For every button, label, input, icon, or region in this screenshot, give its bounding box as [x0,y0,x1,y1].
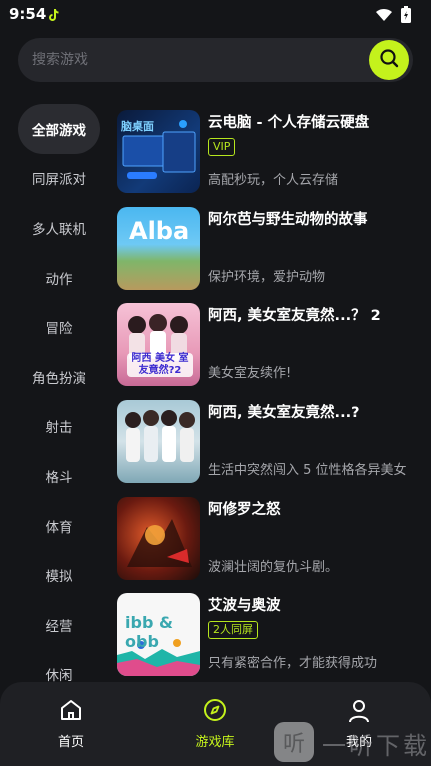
game-thumbnail [117,496,200,580]
category-item-shooter[interactable]: 射击 [18,402,100,452]
category-item-adventure[interactable]: 冒险 [18,302,100,352]
game-item[interactable]: 阿西, 美女室友竟然...? 生活中突然闯入 5 位性格各异美女 [117,400,417,497]
nav-home[interactable]: 首页 [26,682,116,766]
category-item-fighting[interactable]: 格斗 [18,451,100,501]
svg-text:听: 听 [283,732,305,757]
game-thumbnail: 脑桌面 [117,110,200,193]
game-item[interactable]: 阿修罗之怒 波澜壮阔的复仇斗剧。 [117,496,417,594]
game-tag: 2人同屏 [208,621,258,640]
tiktok-icon [46,7,62,27]
status-time: 9:54 [9,5,47,23]
search-button[interactable] [369,40,409,80]
game-description: 生活中突然闯入 5 位性格各异美女 [208,463,407,479]
category-item-simulation[interactable]: 模拟 [18,550,100,600]
thumbnail-text: 脑桌面 [121,120,154,133]
game-description: 高配秒玩，个人云存储 [208,173,339,188]
status-bar: 9:54 [0,0,431,30]
category-sidebar: 全部游戏 同屏派对 多人联机 动作 冒险 角色扮演 射击 格斗 体育 模拟 经营… [18,104,100,699]
game-list: 脑桌面 云电脑 - 个人存储云硬盘 VIP 高配秒玩，个人云存储 Alba 阿尔… [117,110,417,766]
category-item-party[interactable]: 同屏派对 [18,154,100,204]
search-icon [378,47,400,73]
category-item-multiplayer[interactable]: 多人联机 [18,203,100,253]
watermark: 听 一听下载 [272,718,431,766]
search-input[interactable] [32,38,362,82]
category-item-all[interactable]: 全部游戏 [18,104,100,154]
game-title: 阿修罗之怒 [208,501,281,518]
game-description: 美女室友续作! [208,366,292,382]
thumbnail-text: Alba [129,216,190,245]
category-item-rpg[interactable]: 角色扮演 [18,352,100,402]
game-item[interactable]: Alba 阿尔芭与野生动物的故事 保护环境，爱护动物 [117,206,417,304]
game-thumbnail: 阿西 美女 室友竟然?2 [117,303,200,387]
thumbnail-text: ibb & obb [125,613,173,652]
game-description: 保护环境，爱护动物 [208,269,326,285]
category-item-management[interactable]: 经营 [18,600,100,650]
nav-label: 游戏库 [195,735,235,750]
watermark-logo-icon: 听 [272,720,316,766]
search-bar[interactable] [18,38,413,82]
watermark-text: 一听下载 [322,732,430,760]
game-title: 阿西, 美女室友竟然...? [208,405,360,422]
wifi-icon [375,7,393,26]
nav-label: 首页 [57,735,84,750]
game-thumbnail: ibb & obb [117,593,200,677]
game-title: 艾波与奥波 [208,598,281,615]
thumbnail-text: 阿西 美女 室友竟然?2 [127,353,193,378]
category-item-sports[interactable]: 体育 [18,501,100,551]
game-title: 阿尔芭与野生动物的故事 [208,211,368,228]
home-icon [59,698,83,726]
game-item[interactable]: ibb & obb 艾波与奥波 2人同屏 只有紧密合作，才能获得成功 [117,593,417,690]
game-item[interactable]: 阿西 美女 室友竟然?2 阿西, 美女室友竟然...？ 2 美女室友续作! [117,303,417,400]
game-title: 云电脑 - 个人存储云硬盘 [208,115,370,131]
nav-game-library[interactable]: 游戏库 [170,682,260,766]
game-thumbnail [117,400,200,484]
category-item-action[interactable]: 动作 [18,253,100,303]
battery-icon [401,6,411,27]
game-description: 只有紧密合作，才能获得成功 [208,656,378,672]
compass-icon [203,698,227,726]
game-item[interactable]: 脑桌面 云电脑 - 个人存储云硬盘 VIP 高配秒玩，个人云存储 [117,110,417,207]
game-tag: VIP [208,138,236,156]
game-title: 阿西, 美女室友竟然...？ 2 [208,308,381,325]
game-thumbnail: Alba [117,206,200,290]
game-description: 波澜壮阔的复仇斗剧。 [208,559,339,575]
